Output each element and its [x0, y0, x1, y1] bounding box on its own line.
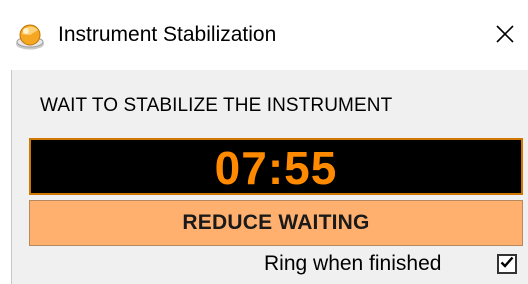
- reduce-waiting-label: REDUCE WAITING: [182, 211, 370, 234]
- app-icon: [15, 21, 47, 51]
- close-button[interactable]: [482, 14, 528, 58]
- title-bar[interactable]: Instrument Stabilization: [0, 0, 528, 70]
- checkmark-icon: [500, 255, 514, 274]
- window-title: Instrument Stabilization: [58, 23, 277, 46]
- stabilization-dialog: Instrument Stabilization WAIT TO STABILI…: [0, 0, 528, 284]
- ring-when-finished-label: Ring when finished: [264, 252, 442, 275]
- countdown-display: 07:55: [29, 138, 523, 195]
- close-icon: [495, 24, 515, 49]
- instruction-text: WAIT TO STABILIZE THE INSTRUMENT: [40, 95, 393, 116]
- countdown-value: 07:55: [214, 141, 338, 194]
- ring-when-finished-checkbox[interactable]: [497, 254, 517, 274]
- reduce-waiting-button[interactable]: REDUCE WAITING: [29, 200, 523, 246]
